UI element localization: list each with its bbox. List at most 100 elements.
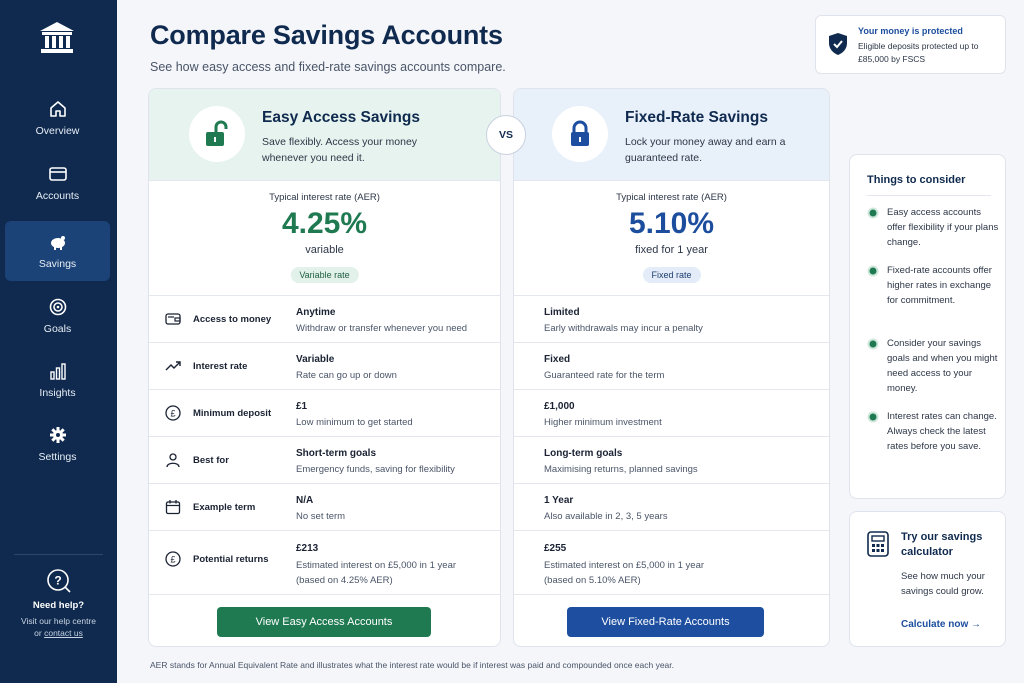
- sidebar-item-label: Overview: [35, 125, 80, 137]
- row-interest: Fixed Guaranteed rate for the term: [514, 343, 829, 390]
- card-title: Easy Access Savings: [262, 109, 420, 126]
- sidebar-item-label: Insights: [39, 387, 76, 399]
- sidebar: Overview Accounts Savings Goals Insights…: [0, 0, 117, 683]
- sidebar-item-savings[interactable]: Savings: [5, 221, 110, 281]
- fixed-rate-card: Fixed-Rate Savings Lock your money away …: [513, 88, 830, 647]
- row-best-for: Long-term goals Maximising returns, plan…: [514, 437, 829, 484]
- rate-block: Typical interest rate (AER) 5.10% fixed …: [514, 181, 829, 296]
- rate-label: Typical interest rate (AER): [616, 192, 727, 203]
- rate-badge: Variable rate: [290, 267, 359, 283]
- help-or-text: or: [34, 628, 42, 638]
- row-value: £1: [296, 401, 308, 412]
- protection-title: Your money is protected: [858, 26, 963, 36]
- row-access: Limited Early withdrawals may incur a pe…: [514, 296, 829, 343]
- svg-text:£: £: [170, 555, 175, 565]
- check-circle-icon: [867, 338, 879, 350]
- shield-check-icon: [829, 33, 847, 55]
- row-label: Access to money: [193, 314, 272, 325]
- consider-text: Easy access accounts offer flexibility i…: [887, 207, 999, 248]
- contact-us-link[interactable]: contact us: [44, 628, 83, 638]
- row-value: Limited: [544, 307, 580, 318]
- rate-badge: Fixed rate: [642, 267, 701, 283]
- rate-type: fixed for 1 year: [635, 244, 708, 256]
- pound-coin-icon: £: [165, 551, 181, 567]
- rate-value: 4.25%: [281, 207, 368, 240]
- trend-up-icon: [165, 361, 181, 371]
- sidebar-item-goals[interactable]: Goals: [5, 286, 110, 346]
- sidebar-item-accounts[interactable]: Accounts: [5, 153, 110, 213]
- savings-calculator-panel: Try our savings calculator See how much …: [849, 511, 1006, 647]
- svg-text:£: £: [170, 409, 175, 419]
- row-term: 1 Year Also available in 2, 3, 5 years: [514, 484, 829, 531]
- row-detail-note: (based on 4.25% AER): [296, 575, 393, 586]
- card-description: Save flexibly. Access your money wheneve…: [262, 136, 418, 164]
- row-detail: No set term: [296, 511, 346, 522]
- svg-text:?: ?: [54, 574, 61, 588]
- page-subtitle: See how easy access and fixed-rate savin…: [150, 60, 506, 74]
- divider: [14, 554, 103, 555]
- check-circle-icon: [867, 411, 879, 423]
- row-value: Short-term goals: [296, 448, 377, 459]
- calculator-title: Try our savings calculator: [901, 531, 983, 558]
- calculator-text: See how much your savings could grow.: [901, 571, 985, 597]
- calculator-icon: [867, 531, 889, 557]
- row-access: Access to money Anytime Withdraw or tran…: [149, 296, 500, 343]
- row-detail: Early withdrawals may incur a penalty: [544, 323, 703, 334]
- person-icon: [166, 453, 180, 468]
- row-value: £255: [544, 543, 567, 554]
- view-easy-access-button[interactable]: View Easy Access Accounts: [217, 607, 431, 637]
- sidebar-item-insights[interactable]: Insights: [5, 350, 110, 410]
- row-label: Potential returns: [193, 554, 269, 565]
- piggy-bank-icon: [50, 236, 65, 250]
- wallet-icon: [165, 313, 181, 325]
- sidebar-item-label: Accounts: [35, 190, 80, 202]
- card-header: Easy Access Savings Save flexibly. Acces…: [149, 89, 500, 181]
- row-detail: Withdraw or transfer whenever you need: [296, 323, 468, 334]
- row-best-for: Best for Short-term goals Emergency fund…: [149, 437, 500, 484]
- page-title: Compare Savings Accounts: [150, 20, 503, 50]
- row-label: Example term: [193, 502, 256, 513]
- consider-text: Consider your savings goals and when you…: [887, 338, 998, 394]
- calculate-now-link[interactable]: Calculate now →: [901, 619, 981, 630]
- pound-coin-icon: £: [165, 405, 181, 421]
- help-section: ? Need help? Visit our help centre or co…: [0, 554, 117, 639]
- aer-footnote: AER stands for Annual Equivalent Rate an…: [150, 660, 675, 670]
- row-value: Long-term goals: [544, 448, 623, 459]
- divider: [867, 195, 991, 196]
- fscs-protection-badge: Your money is protected Eligible deposit…: [815, 15, 1006, 74]
- row-detail: Estimated interest on £5,000 in 1 year: [296, 560, 457, 571]
- card-icon: [48, 167, 67, 181]
- row-value: Fixed: [544, 354, 571, 365]
- row-value: Variable: [296, 354, 335, 365]
- panel-title: Things to consider: [867, 174, 966, 186]
- card-header: Fixed-Rate Savings Lock your money away …: [514, 89, 829, 181]
- lock-icon: [571, 120, 589, 146]
- things-to-consider-panel: Things to consider Easy access accounts …: [849, 154, 1006, 499]
- row-label: Best for: [193, 455, 229, 466]
- row-detail: Emergency funds, saving for flexibility: [296, 464, 455, 475]
- vs-badge: VS: [486, 115, 526, 155]
- row-returns: £255 Estimated interest on £5,000 in 1 y…: [514, 531, 829, 595]
- help-chat-icon[interactable]: ?: [46, 568, 72, 594]
- sidebar-item-settings[interactable]: Settings: [5, 414, 110, 474]
- help-title: Need help?: [32, 600, 85, 611]
- row-detail: Rate can go up or down: [296, 370, 397, 381]
- row-minimum: £ Minimum deposit £1 Low minimum to get …: [149, 390, 500, 437]
- consider-text: Fixed-rate accounts offer higher rates i…: [887, 265, 992, 306]
- help-text: Visit our help centre or contact us: [0, 615, 117, 639]
- sidebar-item-overview[interactable]: Overview: [5, 88, 110, 148]
- row-minimum: £1,000 Higher minimum investment: [514, 390, 829, 437]
- protection-text: Eligible deposits protected up to £85,00…: [858, 41, 979, 64]
- view-fixed-rate-button[interactable]: View Fixed-Rate Accounts: [567, 607, 764, 637]
- bank-icon[interactable]: [38, 20, 76, 56]
- target-icon: [49, 298, 66, 316]
- sidebar-item-label: Settings: [38, 451, 77, 463]
- bar-chart-icon: [49, 363, 66, 380]
- check-circle-icon: [867, 207, 879, 219]
- home-icon: [49, 101, 66, 117]
- check-circle-icon: [867, 265, 879, 277]
- row-detail: Guaranteed rate for the term: [544, 370, 665, 381]
- row-detail-note: (based on 5.10% AER): [544, 575, 641, 586]
- row-term: Example term N/A No set term: [149, 484, 500, 531]
- row-value: N/A: [296, 495, 314, 506]
